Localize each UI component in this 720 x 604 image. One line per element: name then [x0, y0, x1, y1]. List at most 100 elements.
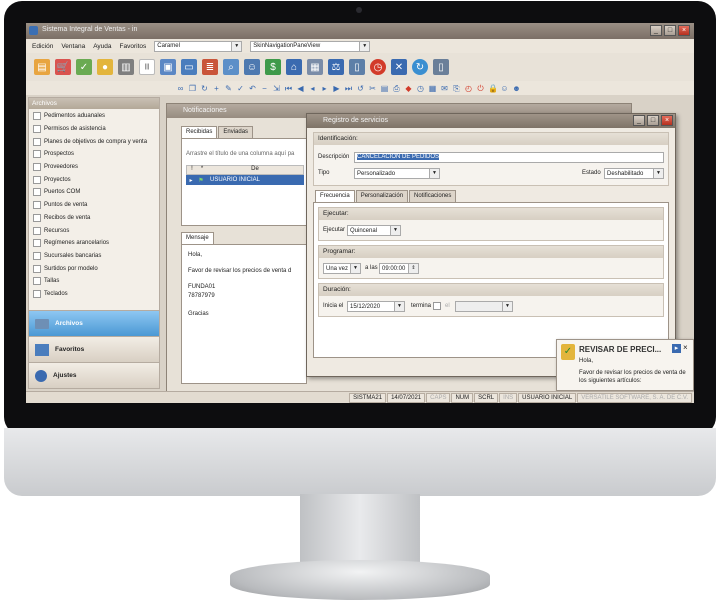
eraser-icon[interactable]: ◆ [404, 84, 413, 93]
mobile-icon[interactable]: ▯ [433, 59, 449, 75]
skin-select[interactable]: Caramel ▼ [154, 40, 243, 52]
sidebar-item[interactable]: Proveedores [31, 161, 157, 174]
close-icon[interactable]: × [678, 25, 690, 36]
tab-personalizacion[interactable]: Personalización [355, 190, 409, 202]
bank-icon[interactable]: ⌂ [286, 59, 302, 75]
group-icon[interactable]: ☻ [512, 84, 521, 93]
menu-ventana[interactable]: Ventana [61, 43, 85, 50]
alarm-icon[interactable]: ◴ [464, 84, 473, 93]
lock-icon[interactable]: 🔒 [488, 84, 498, 93]
money-icon[interactable]: $ [265, 59, 281, 75]
minimize-icon[interactable]: _ [633, 115, 645, 126]
contact-card-icon[interactable]: ▭ [181, 59, 197, 75]
sidebar-item[interactable]: Surtidos por modelo [31, 262, 157, 275]
sidebar-item[interactable]: Prospectos [31, 148, 157, 161]
sidebar-item[interactable]: Recibos de venta [31, 212, 157, 225]
add-icon[interactable]: + [212, 84, 221, 93]
schedule-icon[interactable]: ◷ [416, 84, 425, 93]
minimize-icon[interactable]: _ [650, 25, 662, 36]
checkbox[interactable] [33, 137, 41, 146]
descripcion-field[interactable]: CANCELACION DE PEDIDOS [354, 152, 664, 163]
menu-ayuda[interactable]: Ayuda [93, 43, 111, 50]
programar-select[interactable]: Una vez ▼ [323, 263, 361, 274]
sidebar-item[interactable]: Teclados [31, 288, 157, 301]
sidebar-item[interactable]: Sucursales bancarias [31, 250, 157, 263]
grid-icon[interactable]: ▦ [428, 84, 437, 93]
checkbox[interactable] [33, 112, 41, 121]
col-priority[interactable]: ! [187, 166, 197, 174]
tab-recibidas[interactable]: Recibidas [181, 126, 218, 138]
user-icon[interactable]: ☺ [500, 84, 509, 93]
prev-record-icon[interactable]: ◂ [308, 84, 317, 93]
next-record-icon[interactable]: ▸ [320, 84, 329, 93]
checkbox[interactable] [33, 188, 41, 197]
pin-icon[interactable]: ▸ [672, 344, 681, 353]
id-card-icon[interactable]: ▣ [160, 59, 176, 75]
clock-icon[interactable]: ◷ [370, 59, 386, 75]
first-record-icon[interactable]: ⏮ [284, 84, 293, 93]
maximize-icon[interactable]: □ [664, 25, 676, 36]
last-record-icon[interactable]: ⏭ [344, 84, 353, 93]
checkbox[interactable] [33, 150, 41, 159]
open-folder-icon[interactable]: ▤ [34, 59, 50, 75]
tab-mensaje[interactable]: Mensaje [181, 232, 214, 244]
cart-icon[interactable]: 🛒 [55, 59, 71, 75]
users-icon[interactable]: ☺ [244, 59, 260, 75]
tab-enviadas[interactable]: Enviadas [218, 126, 254, 138]
checkbox[interactable] [33, 251, 41, 260]
termina-checkbox[interactable] [433, 302, 441, 310]
print-icon[interactable]: ⎙ [392, 84, 401, 93]
sidebar-item[interactable]: Permisos de asistencia [31, 123, 157, 136]
sidebar-item[interactable]: Puertos COM [31, 186, 157, 199]
termina-date-field[interactable]: ▼ [455, 301, 513, 312]
checkbox[interactable] [33, 226, 41, 235]
export-icon[interactable]: ⇲ [272, 84, 281, 93]
mail-icon[interactable]: ✉ [440, 84, 449, 93]
calendar-icon[interactable]: ▦ [307, 59, 323, 75]
tools-icon[interactable]: ✕ [391, 59, 407, 75]
edit-icon[interactable]: ✎ [224, 84, 233, 93]
next-page-icon[interactable]: ▶ [332, 84, 341, 93]
checkbox[interactable] [33, 201, 41, 210]
checkbox[interactable] [33, 264, 41, 273]
checkbox[interactable] [33, 175, 41, 184]
checkbox[interactable] [33, 289, 41, 298]
checkbox[interactable] [33, 125, 41, 134]
report-search-icon[interactable]: ⌕ [223, 59, 239, 75]
nav-archivos[interactable]: Archivos [29, 310, 159, 336]
ejecutar-select[interactable]: Quincenal ▼ [347, 225, 401, 236]
undo-icon[interactable]: ↶ [248, 84, 257, 93]
spinner-icon[interactable]: ⇕ [408, 264, 418, 273]
coins-icon[interactable]: ● [97, 59, 113, 75]
estado-select[interactable]: Deshabilitado ▼ [604, 168, 664, 179]
col-flag[interactable]: * [197, 166, 207, 174]
checkbox[interactable] [33, 277, 41, 286]
scales-icon[interactable]: ⚖ [328, 59, 344, 75]
table-row[interactable]: ▸ ⚑ USUARIO INICIAL [186, 175, 304, 185]
menu-favoritos[interactable]: Favoritos [120, 43, 147, 50]
paste-icon[interactable]: ▤ [380, 84, 389, 93]
rotate-icon[interactable]: ↺ [356, 84, 365, 93]
tipo-select[interactable]: Personalizado ▼ [354, 168, 440, 179]
cash-register-icon[interactable]: ▥ [118, 59, 134, 75]
checkbox[interactable] [33, 239, 41, 248]
inicia-date-field[interactable]: 15/12/2020 ▼ [347, 301, 405, 312]
prev-page-icon[interactable]: ◀ [296, 84, 305, 93]
sidebar-item[interactable]: Regímenes arancelarios [31, 237, 157, 250]
sidebar-item[interactable]: Recursos [31, 224, 157, 237]
cut-icon[interactable]: ✂ [368, 84, 377, 93]
hora-field[interactable]: 09:00:00 ⇕ [379, 263, 419, 274]
refresh-icon[interactable]: ↻ [412, 59, 428, 75]
skin-view-select[interactable]: SkinNavigationPaneView ▼ [250, 40, 371, 52]
checkbox[interactable] [33, 213, 41, 222]
tab-frecuencia[interactable]: Frecuencia [315, 190, 355, 202]
delete-icon[interactable]: − [260, 84, 269, 93]
nav-ajustes[interactable]: Ajustes [29, 362, 159, 388]
binoculars-icon[interactable]: ∞ [176, 84, 185, 93]
nav-favoritos[interactable]: Favoritos [29, 336, 159, 362]
accept-icon[interactable]: ✓ [236, 84, 245, 93]
sidebar-item[interactable]: Pedimentos aduanales [31, 110, 157, 123]
tab-notificaciones[interactable]: Notificaciones [409, 190, 457, 202]
power-icon[interactable]: ⏻ [476, 84, 485, 93]
books-icon[interactable]: ≣ [202, 59, 218, 75]
